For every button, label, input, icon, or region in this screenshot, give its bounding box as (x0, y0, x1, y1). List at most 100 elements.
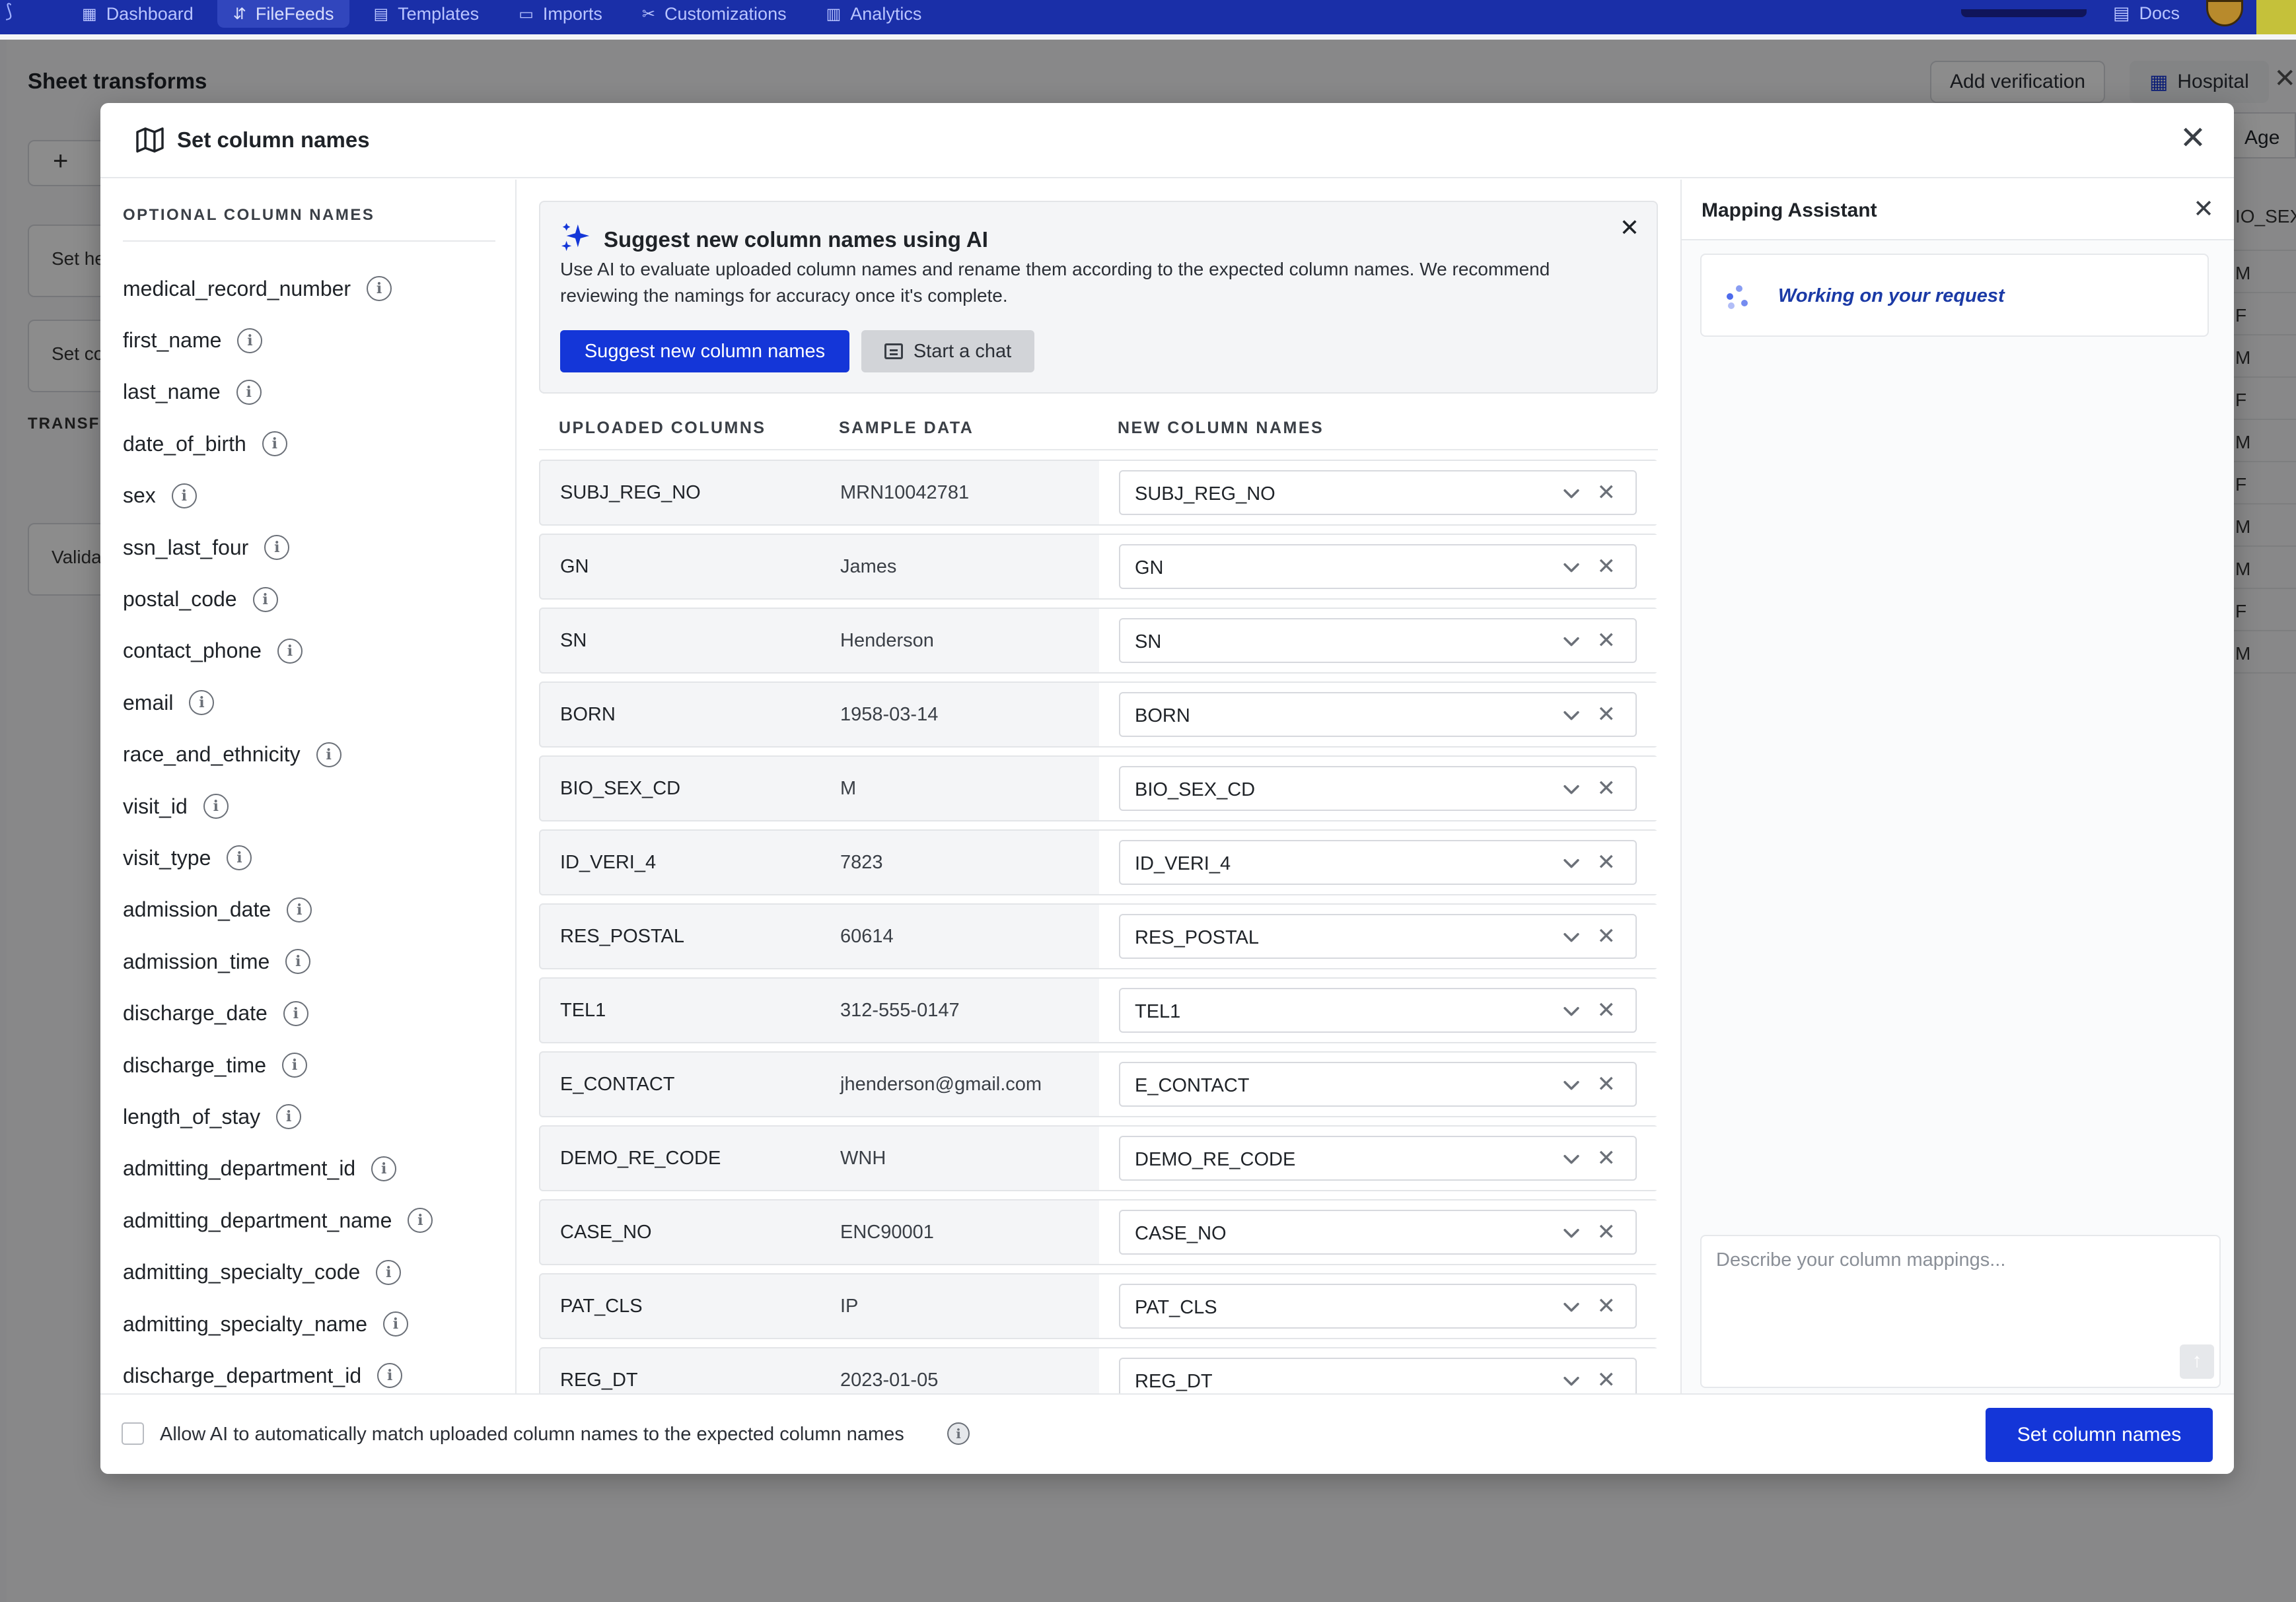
new-column-select[interactable]: REG_DT ✕ (1119, 1358, 1637, 1393)
info-icon[interactable]: i (252, 586, 278, 612)
send-arrow-icon[interactable]: ↑ (2180, 1344, 2214, 1379)
info-icon[interactable]: i (237, 328, 263, 353)
info-icon[interactable]: i (282, 1053, 307, 1078)
clear-icon[interactable]: ✕ (1597, 1146, 1616, 1170)
new-column-select[interactable]: DEMO_RE_CODE ✕ (1119, 1136, 1637, 1181)
nav-item-analytics[interactable]: ▥ Analytics (810, 0, 938, 28)
new-column-select[interactable]: GN ✕ (1119, 544, 1637, 589)
selected-column-value: SN (1135, 631, 1162, 652)
chevron-down-icon[interactable] (1560, 1074, 1583, 1096)
clear-icon[interactable]: ✕ (1597, 851, 1616, 874)
chevron-down-icon[interactable] (1560, 778, 1583, 800)
new-column-select[interactable]: SUBJ_REG_NO ✕ (1119, 470, 1637, 515)
info-icon[interactable]: i (227, 845, 252, 871)
sample-data-value: jhenderson@gmail.com (840, 1074, 1042, 1095)
suggest-column-names-button[interactable]: Suggest new column names (560, 330, 849, 372)
optional-column-name: discharge_date (123, 1001, 268, 1026)
table-row: CASE_NO ENC90001 CASE_NO ✕ (539, 1199, 1658, 1265)
search-bar[interactable] (1960, 9, 2087, 17)
set-column-names-button[interactable]: Set column names (1986, 1408, 2213, 1462)
nav-item-dashboard[interactable]: ▦ Dashboard (66, 0, 209, 28)
user-avatar[interactable] (2206, 0, 2243, 26)
chevron-down-icon[interactable] (1560, 1296, 1583, 1318)
info-icon[interactable]: i (376, 1259, 402, 1285)
assistant-chat-input[interactable] (1700, 1235, 2221, 1388)
info-icon[interactable]: i (277, 638, 303, 664)
chevron-down-icon[interactable] (1560, 704, 1583, 726)
new-column-select[interactable]: PAT_CLS ✕ (1119, 1284, 1637, 1329)
close-icon[interactable]: ✕ (2174, 122, 2211, 158)
new-column-select[interactable]: BIO_SEX_CD ✕ (1119, 766, 1637, 811)
info-icon[interactable]: i (367, 276, 392, 302)
chevron-down-icon[interactable] (1560, 630, 1583, 652)
app-logo-icon[interactable]: ⟆ (5, 0, 13, 22)
table-row: SUBJ_REG_NO MRN10042781 SUBJ_REG_NO ✕ (539, 460, 1658, 526)
info-icon[interactable]: i (283, 1000, 308, 1026)
info-icon[interactable]: i (371, 1156, 397, 1181)
info-icon[interactable]: i (377, 1363, 403, 1389)
info-icon[interactable]: i (262, 431, 287, 457)
clear-icon[interactable]: ✕ (1597, 1072, 1616, 1096)
clear-icon[interactable]: ✕ (1597, 703, 1616, 726)
chevron-down-icon[interactable] (1560, 852, 1583, 874)
close-icon[interactable]: ✕ (1620, 214, 1639, 242)
new-column-select[interactable]: SN ✕ (1119, 618, 1637, 663)
optional-column-name: discharge_department_id (123, 1363, 362, 1387)
new-column-select[interactable]: ID_VERI_4 ✕ (1119, 840, 1637, 885)
top-navigation: ⟆ ▦ Dashboard ⇵ FileFeeds ▤ Templates ▭ Imports… (0, 0, 2296, 34)
auto-match-checkbox[interactable] (122, 1422, 144, 1445)
new-column-select[interactable]: TEL1 ✕ (1119, 988, 1637, 1033)
assistant-status-text: Working on your request (1778, 285, 2005, 306)
info-icon[interactable]: i (264, 535, 290, 561)
docs-link[interactable]: ▤ Docs (2113, 3, 2180, 24)
clear-icon[interactable]: ✕ (1597, 481, 1616, 505)
nav-item-imports[interactable]: ▭ Imports (503, 0, 618, 28)
chevron-down-icon[interactable] (1560, 1370, 1583, 1392)
clear-icon[interactable]: ✕ (1597, 1368, 1616, 1392)
info-icon[interactable]: i (285, 949, 311, 975)
clear-icon[interactable]: ✕ (1597, 998, 1616, 1022)
nav-item-customizations[interactable]: ✂ Customizations (626, 0, 803, 28)
nav-item-templates[interactable]: ▤ Templates (357, 0, 495, 28)
clear-icon[interactable]: ✕ (1597, 555, 1616, 578)
info-icon[interactable]: i (203, 794, 229, 819)
new-column-select[interactable]: E_CONTACT ✕ (1119, 1062, 1637, 1107)
uploaded-column-name: REG_DT (560, 1370, 638, 1391)
chevron-down-icon[interactable] (1560, 556, 1583, 578)
new-column-select[interactable]: RES_POSTAL ✕ (1119, 914, 1637, 959)
new-column-select[interactable]: CASE_NO ✕ (1119, 1210, 1637, 1255)
info-icon[interactable]: i (408, 1208, 433, 1234)
clear-icon[interactable]: ✕ (1597, 1220, 1616, 1244)
info-icon[interactable]: i (236, 379, 262, 405)
chevron-down-icon[interactable] (1560, 1148, 1583, 1170)
clear-icon[interactable]: ✕ (1597, 1294, 1616, 1318)
selected-column-value: SUBJ_REG_NO (1135, 483, 1275, 505)
table-icon: ▤ (373, 5, 389, 23)
optional-column-name: sex (123, 483, 156, 508)
clear-icon[interactable]: ✕ (1597, 777, 1616, 800)
info-icon[interactable]: i (316, 742, 341, 767)
table-row: GN James GN ✕ (539, 534, 1658, 600)
info-icon[interactable]: i (947, 1422, 970, 1445)
chevron-down-icon[interactable] (1560, 1222, 1583, 1244)
clear-icon[interactable]: ✕ (1597, 924, 1616, 948)
info-icon[interactable]: i (189, 690, 215, 716)
close-icon[interactable]: ✕ (2193, 194, 2214, 224)
info-icon[interactable]: i (171, 483, 197, 508)
new-column-cell: DEMO_RE_CODE ✕ (1099, 1127, 1658, 1190)
info-icon[interactable]: i (287, 897, 312, 923)
nav-item-filefeeds[interactable]: ⇵ FileFeeds (217, 0, 350, 28)
optional-column-item: contact_phone i (123, 625, 433, 677)
modal-title: Set column names (177, 127, 370, 152)
auto-match-label[interactable]: Allow AI to automatically match uploaded… (160, 1424, 904, 1445)
clear-icon[interactable]: ✕ (1597, 629, 1616, 652)
chevron-down-icon[interactable] (1560, 926, 1583, 948)
chevron-down-icon[interactable] (1560, 482, 1583, 505)
chevron-down-icon[interactable] (1560, 1000, 1583, 1022)
info-icon[interactable]: i (276, 1104, 302, 1130)
table-row: PAT_CLS IP PAT_CLS ✕ (539, 1273, 1658, 1339)
selected-column-value: E_CONTACT (1135, 1075, 1250, 1096)
start-chat-button[interactable]: Start a chat (861, 330, 1034, 372)
new-column-select[interactable]: BORN ✕ (1119, 692, 1637, 737)
info-icon[interactable]: i (382, 1311, 408, 1337)
